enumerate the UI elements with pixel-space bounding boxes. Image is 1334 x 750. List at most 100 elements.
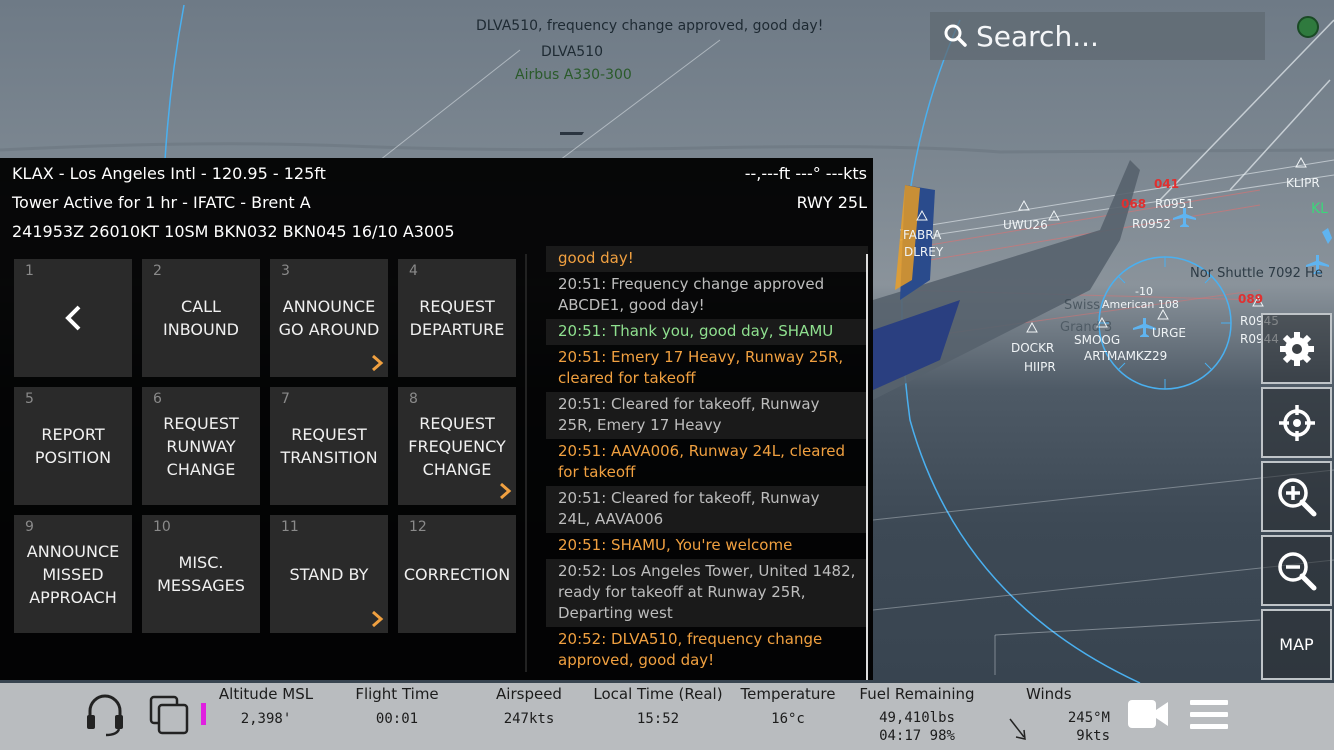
crosshair-icon	[1278, 404, 1315, 441]
stand-by-button[interactable]: 11 STAND BY	[270, 515, 388, 633]
radar-label[interactable]: KL	[1311, 201, 1328, 217]
radar-label[interactable]: Grand 3	[1060, 320, 1112, 335]
copy-windows-icon[interactable]	[147, 693, 191, 737]
button-label: REQUEST TRANSITION	[280, 425, 378, 467]
zoom-out-button[interactable]	[1261, 535, 1332, 606]
stat-value: 2,398'	[240, 711, 292, 727]
chevron-right-icon	[500, 482, 512, 500]
waypoint-label[interactable]: UWU26	[1003, 218, 1048, 232]
button-label: MISC. MESSAGES	[157, 553, 245, 595]
search-bar[interactable]: Search...	[930, 12, 1265, 60]
map-button[interactable]: MAP	[1261, 609, 1332, 680]
search-placeholder: Search...	[976, 19, 1099, 53]
back-button[interactable]: 1	[14, 259, 132, 377]
stat-label: Airspeed	[496, 685, 562, 703]
stat-value: 49,410lbs 04:17 98%	[879, 710, 955, 744]
zoom-out-icon	[1277, 551, 1316, 590]
altitude-stat: Altitude MSL 2,398'	[214, 683, 318, 728]
hamburger-menu-icon[interactable]	[1189, 697, 1229, 733]
waypoint-label[interactable]: HIIPR	[1024, 360, 1056, 374]
announce-go-around-button[interactable]: 3 ANNOUNCE GO AROUND	[270, 259, 388, 377]
announce-missed-approach-button[interactable]: 9 ANNOUNCE MISSED APPROACH	[14, 515, 132, 633]
atc-message-log[interactable]: good day! 20:51: Frequency change approv…	[546, 246, 868, 676]
request-runway-change-button[interactable]: 6 REQUEST RUNWAY CHANGE	[142, 387, 260, 505]
stat-label: Flight Time	[355, 685, 439, 703]
fuel-stat: Fuel Remaining 49,410lbs 04:17 98%	[858, 683, 976, 745]
airport-frequency-info: KLAX - Los Angeles Intl - 120.95 - 125ft	[12, 164, 326, 183]
search-icon	[944, 24, 967, 47]
zoom-in-button[interactable]	[1261, 461, 1332, 532]
stat-label: Altitude MSL	[218, 685, 314, 703]
radar-label[interactable]: Nor Shuttle 7092 He	[1190, 266, 1323, 281]
call-inbound-button[interactable]: 2 CALL INBOUND	[142, 259, 260, 377]
report-position-button[interactable]: 5 REPORT POSITION	[14, 387, 132, 505]
red-altitude-label: 089	[1238, 292, 1264, 306]
waypoint-label[interactable]: DOCKR	[1011, 341, 1054, 355]
altitude-heading-speed-readout: --,---ft ---° ---kts	[744, 164, 867, 183]
center-view-button[interactable]	[1261, 387, 1332, 458]
log-message: good day!	[546, 246, 868, 272]
aircraft-type: Airbus A330-300	[515, 67, 632, 83]
button-label: REQUEST DEPARTURE	[409, 297, 505, 339]
status-indicator	[201, 703, 206, 725]
controller-info: Tower Active for 1 hr - IFATC - Brent A	[12, 193, 311, 212]
chevron-right-icon	[372, 354, 384, 372]
stat-label: Local Time (Real)	[593, 685, 723, 703]
waypoint-label[interactable]: URGE	[1152, 326, 1186, 340]
button-label: REQUEST RUNWAY CHANGE	[163, 413, 239, 479]
temperature-stat: Temperature 16°c	[734, 683, 842, 728]
chevron-right-icon	[372, 610, 384, 628]
waypoint-label[interactable]: SMOOG	[1074, 333, 1120, 347]
gear-icon	[1279, 331, 1314, 366]
panel-divider	[525, 254, 527, 672]
stat-value: 00:01	[375, 711, 419, 727]
radar-label: -10	[1135, 285, 1153, 298]
request-frequency-change-button[interactable]: 8 REQUEST FREQUENCY CHANGE	[398, 387, 516, 505]
winds-stat: Winds 245°M 9kts	[1026, 683, 1110, 745]
button-label: CALL INBOUND	[163, 297, 239, 339]
settings-button[interactable]	[1261, 313, 1332, 384]
stat-label: Fuel Remaining	[859, 685, 975, 703]
radar-label[interactable]: American 108	[1102, 298, 1179, 311]
radar-label[interactable]: R0952	[1132, 217, 1171, 231]
stat-label: Temperature	[740, 685, 836, 703]
log-message: 20:52: Los Angeles Tower, United 1482, r…	[546, 559, 868, 627]
red-altitude-label: 041	[1154, 177, 1180, 191]
red-altitude-label: 068	[1121, 197, 1147, 211]
airspeed-stat: Airspeed 247kts	[476, 683, 582, 728]
waypoint-label[interactable]: DLREY	[904, 245, 943, 259]
metar-text: 241953Z 26010KT 10SM BKN032 BKN045 16/10…	[12, 222, 455, 241]
button-label: ANNOUNCE MISSED APPROACH	[26, 541, 120, 607]
stat-value: 245°M 9kts	[1067, 710, 1110, 744]
stat-label: Winds	[1026, 685, 1072, 703]
correction-button[interactable]: 12 CORRECTION	[398, 515, 516, 633]
headset-icon[interactable]	[84, 691, 126, 737]
misc-messages-button[interactable]: 10 MISC. MESSAGES	[142, 515, 260, 633]
waypoint-label[interactable]: FABRA	[903, 228, 941, 242]
aircraft-callsign[interactable]: DLVA510	[541, 44, 603, 60]
log-message: 20:51: Cleared for takeoff, Runway 24L, …	[546, 486, 868, 533]
stat-value: 247kts	[503, 711, 555, 727]
waypoint-label[interactable]: KLIPR	[1286, 176, 1320, 190]
status-bar: Altitude MSL 2,398' Flight Time 00:01 Ai…	[0, 683, 1334, 750]
active-runway: RWY 25L	[796, 193, 867, 212]
log-message: 20:51: AAVA006, Runway 24L, cleared for …	[558, 442, 846, 481]
camera-icon[interactable]	[1126, 697, 1170, 731]
log-message: 20:51: Thank you, good day, SHAMU	[546, 319, 868, 345]
chevron-left-icon	[65, 305, 81, 331]
local-time-stat: Local Time (Real) 15:52	[592, 683, 724, 728]
log-message: 20:51: Cleared for takeoff, Runway 25R, …	[546, 392, 868, 439]
log-message: 20:51: SHAMU, You're welcome	[558, 536, 793, 554]
waypoint-label[interactable]: ARTMAMKZ29	[1084, 349, 1167, 363]
atc-panel: KLAX - Los Angeles Intl - 120.95 - 125ft…	[0, 158, 873, 680]
log-message: 20:51: Emery 17 Heavy, Runway 25R, clear…	[558, 348, 844, 387]
flight-time-stat: Flight Time 00:01	[344, 683, 450, 728]
radar-label[interactable]: Swiss	[1064, 298, 1100, 313]
map-button-label: MAP	[1279, 635, 1314, 654]
log-scrollbar[interactable]	[866, 254, 868, 680]
request-transition-button[interactable]: 7 REQUEST TRANSITION	[270, 387, 388, 505]
log-message: 20:52: DLVA510, frequency change approve…	[558, 630, 823, 669]
stat-value: 16°c	[771, 711, 805, 727]
request-departure-button[interactable]: 4 REQUEST DEPARTURE	[398, 259, 516, 377]
radar-label[interactable]: R0951	[1155, 197, 1194, 211]
